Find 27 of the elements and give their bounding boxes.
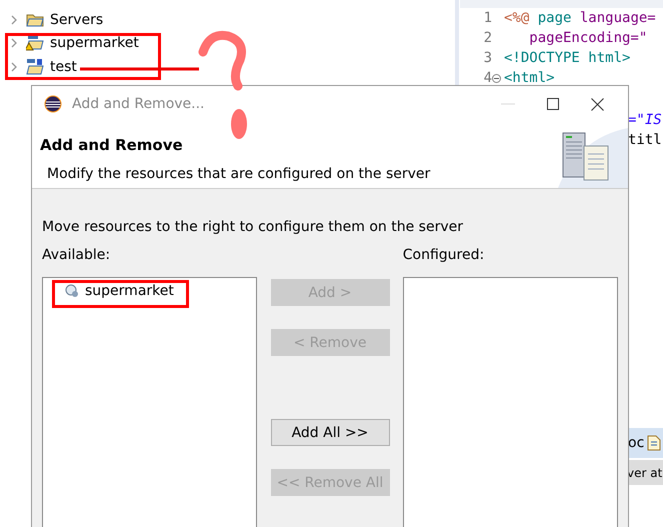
project-icon: [65, 284, 79, 298]
code-line: pageEncoding=": [528, 30, 648, 46]
code-line: <html>: [504, 70, 555, 86]
dialog-description: Modify the resources that are configured on the server: [46, 166, 432, 182]
web-project-icon: [26, 58, 44, 75]
dialog-button[interactable]: Add All >>: [270, 419, 390, 446]
tree-item-label[interactable]: test: [50, 58, 77, 75]
list-item[interactable]: supermarket: [65, 283, 256, 299]
list-label: Available:: [42, 247, 112, 263]
maximize-icon[interactable]: [547, 98, 559, 110]
folder-icon: [26, 12, 44, 28]
dialog-heading: Add and Remove: [40, 136, 184, 154]
eclipse-logo-icon: [44, 95, 62, 113]
window-title: Add and Remove...: [72, 96, 205, 112]
code-fragment: ="IS: [628, 112, 662, 128]
code-line: <!DOCTYPE html>: [504, 50, 630, 66]
close-icon[interactable]: [591, 98, 604, 110]
collapse-icon[interactable]: [492, 74, 501, 82]
document-icon[interactable]: [647, 435, 662, 451]
code-line: <%@ page language=: [504, 10, 656, 26]
tree-item-label[interactable]: Servers: [50, 12, 104, 28]
code-fragment: titl: [628, 132, 662, 148]
tree-item-label[interactable]: supermarket: [50, 35, 139, 52]
available-list[interactable]: supermarket: [42, 277, 258, 527]
list-label: Configured:: [402, 247, 486, 263]
project-warning-icon: [26, 35, 44, 52]
instruction-text: Move resources to the right to configure them on the server: [42, 219, 464, 235]
